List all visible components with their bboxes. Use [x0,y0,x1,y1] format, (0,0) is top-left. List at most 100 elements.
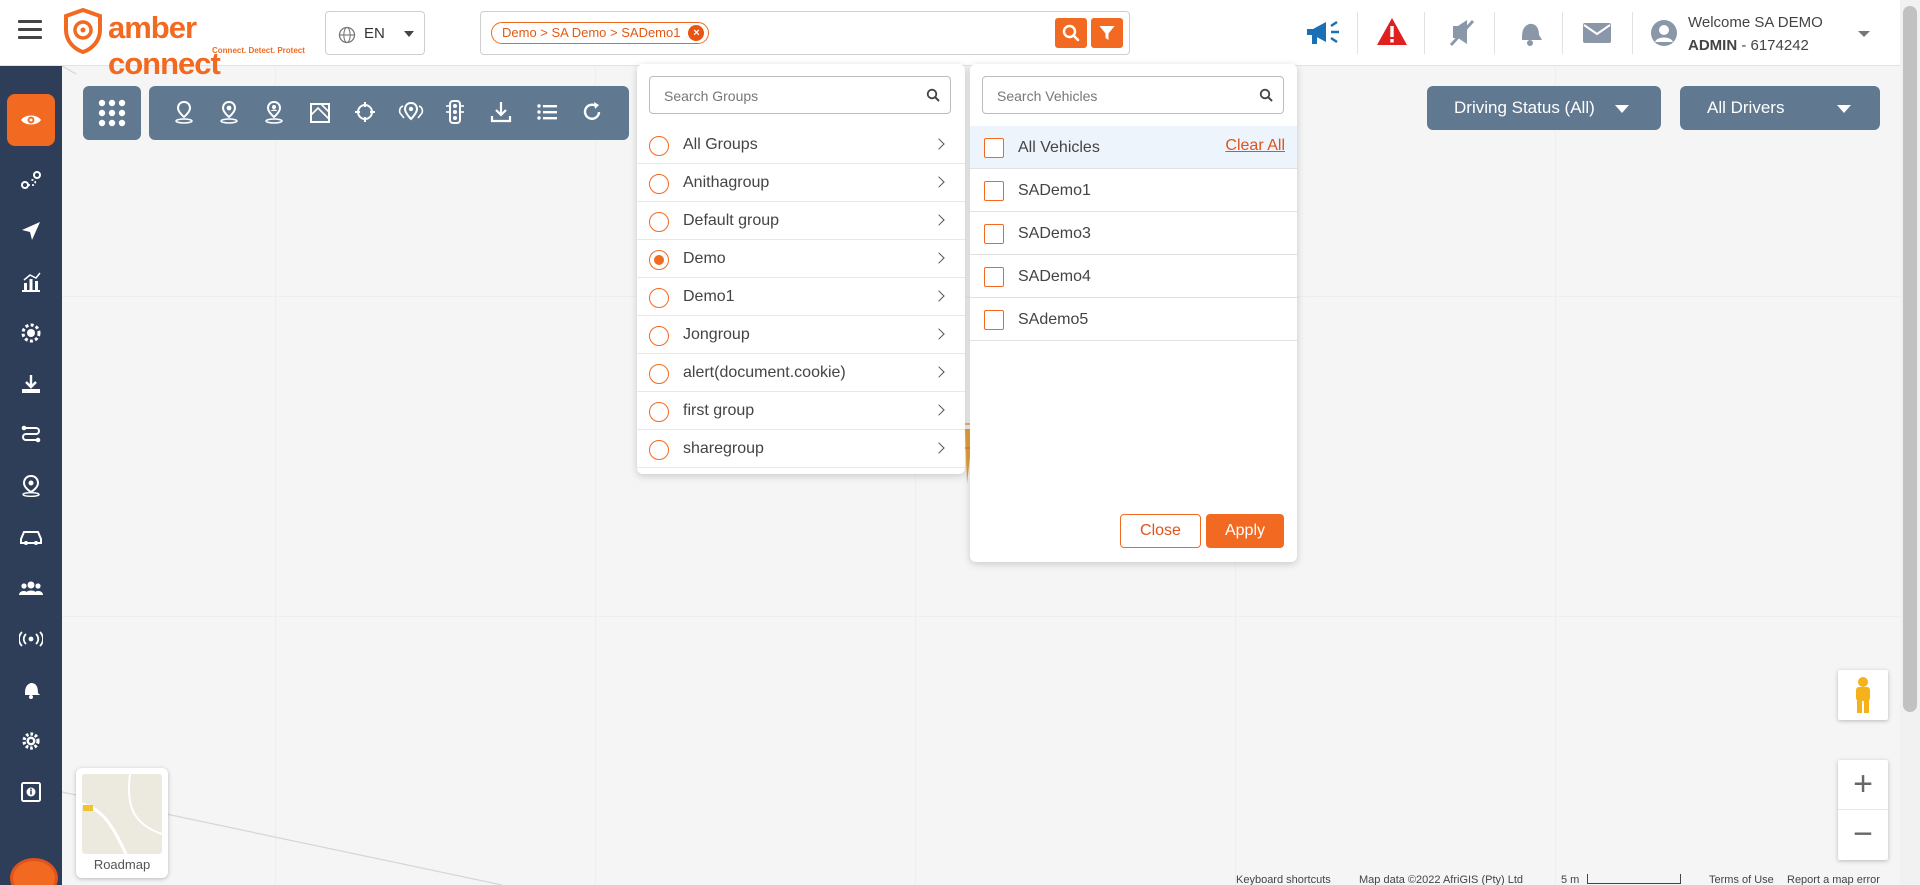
remove-chip-icon[interactable]: × [688,25,705,41]
bell-icon [25,683,40,699]
group-radio[interactable] [649,402,669,422]
chevron-right-icon[interactable] [933,176,945,188]
chevron-right-icon[interactable] [933,252,945,264]
search-button[interactable] [1055,18,1087,48]
user-menu-caret-icon[interactable] [1858,31,1870,37]
vehicle-checkbox[interactable] [984,224,1004,244]
top-header: amber connect Connect. Detect. Protect E… [0,0,1900,81]
group-radio[interactable] [649,440,669,460]
notification-bell-icon[interactable] [1516,18,1544,48]
sidebar-item-live-view[interactable] [7,94,55,146]
messages-envelope-icon[interactable] [1582,22,1612,44]
group-radio[interactable] [649,326,669,346]
group-row[interactable]: Default group [637,202,965,240]
apps-grid-icon [98,99,126,127]
group-row[interactable]: alert(document.cookie) [637,354,965,392]
sidebar-item-navigate[interactable] [7,209,55,253]
vehicle-row[interactable]: SAdemo5 [970,298,1297,341]
zoom-out-button[interactable]: − [1838,810,1888,860]
car-icon [20,531,42,545]
list-tool-icon[interactable] [536,100,558,124]
chevron-right-icon[interactable] [933,328,945,340]
chevron-right-icon[interactable] [933,404,945,416]
search-vehicles-input[interactable]: Search Vehicles [982,76,1284,114]
sidebar-item-alerts[interactable] [7,668,55,712]
group-row[interactable]: All Groups [637,126,965,164]
scrollbar-thumb[interactable] [1903,6,1917,712]
group-row[interactable]: Demo [637,240,965,278]
close-button[interactable]: Close [1120,514,1201,548]
street-view-pegman-icon[interactable] [1838,670,1888,720]
user-avatar-icon[interactable] [1650,19,1678,47]
group-radio[interactable] [649,250,669,270]
group-row[interactable]: first group [637,392,965,430]
filter-button[interactable] [1091,18,1123,48]
drivers-label: All Drivers [1707,98,1785,117]
sidebar-item-reports[interactable] [7,260,55,304]
vehicle-search-bar[interactable]: Demo > SA Demo > SADemo1 × [480,11,1130,55]
eye-icon [21,115,41,125]
pin-location-tool-icon[interactable] [218,100,240,124]
sidebar-item-vehicles[interactable] [7,515,55,559]
all-vehicles-checkbox[interactable] [984,138,1004,158]
sidebar-item-route[interactable] [7,158,55,202]
sidebar-item-info[interactable] [7,770,55,814]
zoom-in-button[interactable]: + [1838,760,1888,810]
hamburger-menu-icon[interactable] [18,20,42,42]
roadmap-toggle[interactable]: Roadmap [76,768,168,878]
group-row[interactable]: Demo1 [637,278,965,316]
search-groups-input[interactable]: Search Groups [649,76,951,114]
vehicle-checkbox[interactable] [984,181,1004,201]
amber-connect-logo[interactable]: amber connect Connect. Detect. Protect [62,8,312,81]
traffic-light-tool-icon[interactable] [445,100,465,124]
sidebar-item-location[interactable] [7,464,55,508]
clear-all-link[interactable]: Clear All [1225,137,1285,155]
group-radio[interactable] [649,136,669,156]
sidebar-item-devices[interactable] [7,617,55,661]
apply-button[interactable]: Apply [1206,514,1284,548]
vehicle-checkbox[interactable] [984,267,1004,287]
group-radio[interactable] [649,174,669,194]
group-radio[interactable] [649,288,669,308]
info-box-icon [21,782,41,802]
sidebar-item-users[interactable] [7,566,55,610]
group-label: sharegroup [683,440,764,457]
refresh-tool-icon[interactable] [581,100,603,124]
sidebar-item-geofence[interactable] [7,311,55,355]
chevron-right-icon[interactable] [933,138,945,150]
users-group-icon [19,581,43,595]
crosshair-tool-icon[interactable] [354,100,376,124]
announcements-megaphone-icon[interactable] [1304,18,1344,48]
map-area-tool-icon[interactable] [309,100,331,124]
group-radio[interactable] [649,364,669,384]
add-location-tool-icon[interactable] [173,100,195,124]
all-vehicles-row[interactable]: All Vehicles Clear All [970,126,1297,169]
chevron-right-icon[interactable] [933,366,945,378]
group-row[interactable]: Jongroup [637,316,965,354]
group-radio[interactable] [649,212,669,232]
vehicle-row[interactable]: SADemo4 [970,255,1297,298]
sidebar-item-trips[interactable] [7,413,55,457]
vehicle-checkbox[interactable] [984,310,1004,330]
multi-pin-tool-icon[interactable] [397,100,425,124]
chevron-right-icon[interactable] [933,290,945,302]
chevron-right-icon[interactable] [933,442,945,454]
drivers-dropdown[interactable]: All Drivers [1680,86,1880,130]
terms-of-use-link[interactable]: Terms of Use [1709,874,1774,885]
vehicle-row[interactable]: SADemo3 [970,212,1297,255]
driving-status-dropdown[interactable]: Driving Status (All) [1427,86,1661,130]
sidebar-item-download[interactable] [7,362,55,406]
report-map-error-link[interactable]: Report a map error [1787,874,1880,885]
vehicle-row[interactable]: SADemo1 [970,169,1297,212]
group-row[interactable]: Anithagroup [637,164,965,202]
user-location-tool-icon[interactable] [263,100,285,124]
keyboard-shortcuts-link[interactable]: Keyboard shortcuts [1236,874,1331,885]
download-tool-icon[interactable] [490,100,512,124]
alert-warning-icon[interactable] [1376,17,1408,47]
chevron-right-icon[interactable] [933,214,945,226]
sidebar-item-settings[interactable] [7,719,55,763]
mute-notifications-icon[interactable] [1448,18,1476,48]
language-selector[interactable]: EN [325,11,425,55]
group-row[interactable]: sharegroup [637,430,965,468]
apps-grid-button[interactable] [83,86,141,140]
